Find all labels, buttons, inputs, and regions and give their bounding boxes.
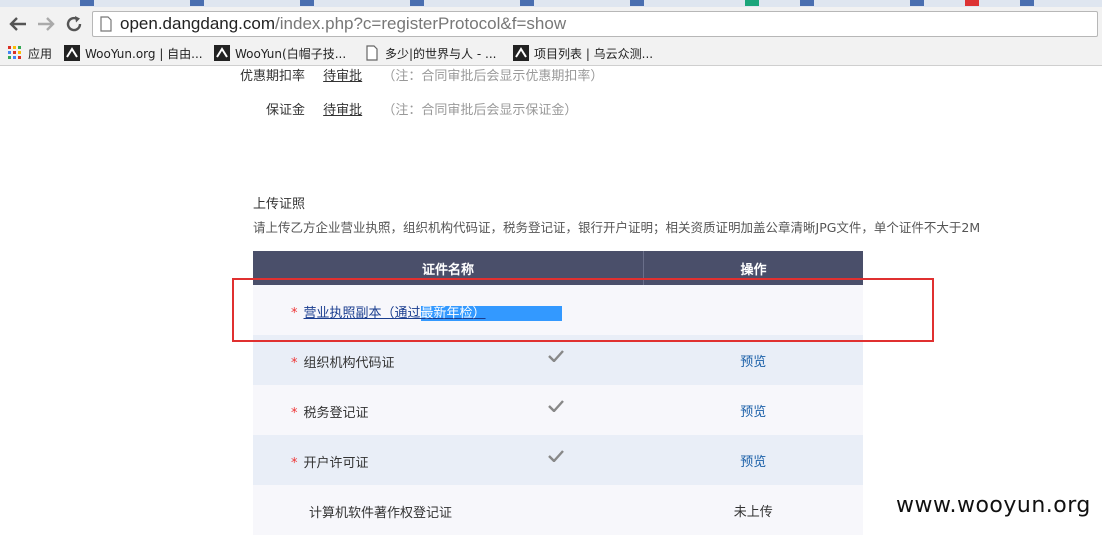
discount-note: （注：合同审批后会显示优惠期扣率） [382,69,604,84]
discount-row: 优惠期扣率 待审批 （注：合同审批后会显示优惠期扣率） [240,65,603,84]
table-row: * 开户许可证 预览 [253,435,863,485]
table-row: * 税务登记证 预览 [253,385,863,435]
cert-name-text: 组织机构代码证 [303,356,395,371]
tab[interactable] [80,0,94,6]
preview-link[interactable]: 预览 [740,455,766,470]
table-row: * 组织机构代码证 预览 [253,335,863,385]
tab[interactable] [630,0,644,6]
url-path: /index.php?c=registerProtocol&f=show [275,14,567,33]
cert-name: * 开户许可证 [291,452,369,471]
action-cell: 预览 [643,435,863,485]
deposit-row: 保证金 待审批 （注：合同审批后会显示保证金） [266,99,577,118]
wooyun-logo-icon [513,45,529,61]
tab-active[interactable] [745,0,759,6]
tab[interactable] [300,0,314,6]
page-content: 优惠期扣率 待审批 （注：合同审批后会显示优惠期扣率） 保证金 待审批 （注：合… [0,66,1102,535]
action-cell: 未上传 [643,485,863,535]
back-button[interactable] [6,13,30,35]
deposit-value[interactable]: 待审批 [323,103,362,118]
tab[interactable] [1020,0,1034,6]
upload-section-title: 上传证照 [253,197,306,212]
checkmark-icon [548,450,564,466]
upload-description: 请上传乙方企业营业执照，组织机构代码证，税务登记证，银行开户证明；相关资质证明加… [253,220,981,235]
watermark: www.wooyun.org [896,493,1091,518]
bookmark-wooyun-org[interactable]: WooYun.org | 自由... [64,44,203,62]
tab[interactable] [190,0,204,6]
bookmark-label: 多少|的世界与人 - ... [385,46,497,61]
wooyun-logo-icon [214,45,230,61]
upload-status: 未上传 [733,504,773,520]
back-arrow-icon [9,17,26,31]
table-row: 计算机软件著作权登记证 未上传 [253,485,863,535]
bookmark-project-list[interactable]: 项目列表 | 乌云众测... [513,44,653,62]
bookmark-label: WooYun(白帽子技... [235,46,347,61]
apps-grid-icon [7,45,23,61]
deposit-note: （注：合同审批后会显示保证金） [382,103,578,118]
page-icon [100,16,112,36]
url-host: open.dangdang.com [120,14,276,33]
deposit-label: 保证金 [266,103,306,118]
preview-link[interactable]: 预览 [740,405,766,420]
cert-name-text: 开户许可证 [303,456,369,471]
url-text: open.dangdang.com/index.php?c=registerPr… [120,14,566,34]
address-bar[interactable]: open.dangdang.com/index.php?c=registerPr… [92,11,1098,37]
preview-link[interactable]: 预览 [740,355,766,370]
checkmark-icon [548,400,564,416]
bookmark-apps[interactable]: 应用 [7,44,52,62]
cert-name: * 组织机构代码证 [291,352,395,371]
reload-icon [66,16,82,32]
discount-value[interactable]: 待审批 [323,69,362,84]
cert-name-cell: 计算机软件著作权登记证 [253,485,644,535]
cert-name-cell: * 开户许可证 [253,435,644,485]
highlight-annotation-box [232,278,934,342]
action-cell: 预览 [643,385,863,435]
tab[interactable] [410,0,424,6]
page-icon [364,45,380,61]
tab[interactable] [910,0,924,6]
required-star: * [291,406,298,421]
forward-arrow-icon [38,17,55,31]
bookmark-label: 项目列表 | 乌云众测... [534,46,654,61]
discount-label: 优惠期扣率 [240,69,306,84]
tab[interactable] [520,0,534,6]
forward-button[interactable] [34,13,58,35]
cert-name-text: 税务登记证 [303,406,369,421]
bookmarks-bar: 应用 WooYun.org | 自由... WooYun(白帽子技... 多少|… [0,41,1102,66]
wooyun-logo-icon [64,45,80,61]
bookmark-world[interactable]: 多少|的世界与人 - ... [364,44,496,62]
action-cell: 预览 [643,335,863,385]
reload-button[interactable] [62,13,86,35]
cert-name-cell: * 税务登记证 [253,385,644,435]
cert-name-cell: * 组织机构代码证 [253,335,644,385]
tab[interactable] [800,0,814,6]
required-star: * [291,356,298,371]
browser-toolbar: open.dangdang.com/index.php?c=registerPr… [0,7,1102,41]
bookmark-label: 应用 [28,46,53,61]
tab[interactable] [965,0,979,6]
bookmark-label: WooYun.org | 自由... [85,46,203,61]
cert-name: * 税务登记证 [291,402,369,421]
checkmark-icon [548,350,564,366]
bookmark-wooyun-whitehat[interactable]: WooYun(白帽子技... [214,44,346,62]
cert-name-text: 计算机软件著作权登记证 [309,506,453,521]
required-star: * [291,456,298,471]
